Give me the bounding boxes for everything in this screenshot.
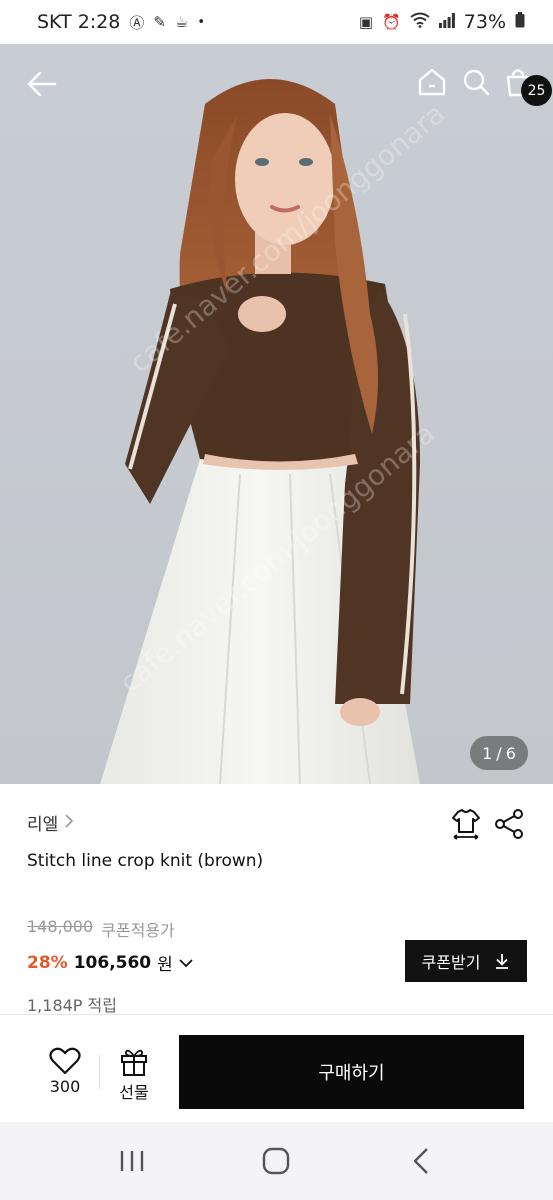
chevron-left-icon	[413, 1148, 428, 1174]
heart-icon	[49, 1047, 81, 1075]
cart-count-badge: 25	[521, 75, 552, 106]
original-price: 148,000	[27, 917, 94, 936]
a-circle-icon: Ⓐ	[129, 13, 145, 32]
chevron-down-icon	[179, 953, 193, 973]
reward-points: 1,184P 적립	[27, 996, 117, 1015]
tshirt-size-icon	[452, 809, 480, 840]
home-button[interactable]	[412, 62, 452, 102]
home-icon	[418, 68, 446, 96]
purchase-action-bar: 300 선물 구매하기	[0, 1014, 553, 1122]
gift-icon	[121, 1049, 147, 1076]
home-nav-button[interactable]	[246, 1131, 306, 1191]
product-info: 리엘 Stitch line crop knit (brown) 148,000…	[0, 784, 553, 1015]
image-counter: 1 / 6	[470, 736, 528, 770]
sale-price: 106,560	[73, 952, 152, 973]
brand-name: 리엘	[27, 815, 59, 835]
get-coupon-label: 쿠폰받기	[421, 953, 481, 972]
system-navigation-bar	[0, 1122, 553, 1200]
image-counter-current: 1	[482, 743, 493, 763]
leaf-icon: ✎	[153, 13, 166, 31]
product-photo: cafe.naver.com/joonggonara cafe.naver.co…	[0, 44, 553, 784]
download-icon	[496, 954, 509, 969]
image-counter-total: 6	[505, 743, 516, 763]
gift-label: 선물	[119, 1083, 149, 1102]
signal-icon	[438, 12, 455, 32]
battery-percent: 73%	[463, 11, 506, 33]
alarm-icon: ⏰	[382, 13, 401, 31]
discount-rate: 28%	[27, 952, 68, 973]
like-count: 300	[49, 1077, 81, 1096]
original-price-row: 148,000 쿠폰적용가	[27, 917, 175, 941]
battery-saver-icon: ▣	[358, 13, 374, 31]
product-name: Stitch line crop knit (brown)	[27, 851, 264, 871]
share-icon	[495, 809, 523, 839]
back-nav-button[interactable]	[391, 1131, 451, 1191]
recent-apps-icon	[120, 1151, 144, 1171]
brand-link[interactable]: 리엘	[27, 810, 74, 835]
carrier-time: SKT 2:28	[37, 11, 121, 33]
image-counter-separator: /	[496, 743, 502, 763]
arrow-left-icon	[27, 71, 57, 97]
back-button[interactable]	[20, 64, 64, 104]
recent-apps-button[interactable]	[102, 1131, 162, 1191]
currency-label: 원	[157, 955, 173, 975]
get-coupon-button[interactable]: 쿠폰받기	[405, 940, 527, 982]
status-bar: SKT 2:28 Ⓐ ✎ ☕ • ▣ ⏰ 73%	[0, 0, 553, 44]
battery-icon	[515, 12, 525, 32]
size-guide-button[interactable]	[448, 806, 484, 842]
product-detail-screen: SKT 2:28 Ⓐ ✎ ☕ • ▣ ⏰ 73% cafe.naver.com/…	[0, 0, 553, 1200]
wifi-icon	[410, 12, 430, 32]
cup-icon: ☕	[174, 13, 189, 31]
like-button[interactable]: 300	[38, 1047, 92, 1103]
gift-button[interactable]: 선물	[108, 1047, 160, 1105]
chevron-right-icon	[64, 813, 74, 833]
dot-icon: •	[197, 14, 206, 30]
home-circle-icon	[263, 1147, 290, 1175]
buy-button[interactable]: 구매하기	[179, 1035, 524, 1109]
share-button[interactable]	[492, 806, 528, 842]
search-button[interactable]	[456, 62, 496, 102]
product-image-carousel[interactable]: cafe.naver.com/joonggonara cafe.naver.co…	[0, 44, 553, 784]
search-icon	[463, 69, 490, 96]
price-row[interactable]: 28% 106,560 원	[27, 950, 193, 975]
coupon-price-label: 쿠폰적용가	[101, 921, 175, 940]
divider	[99, 1055, 100, 1089]
